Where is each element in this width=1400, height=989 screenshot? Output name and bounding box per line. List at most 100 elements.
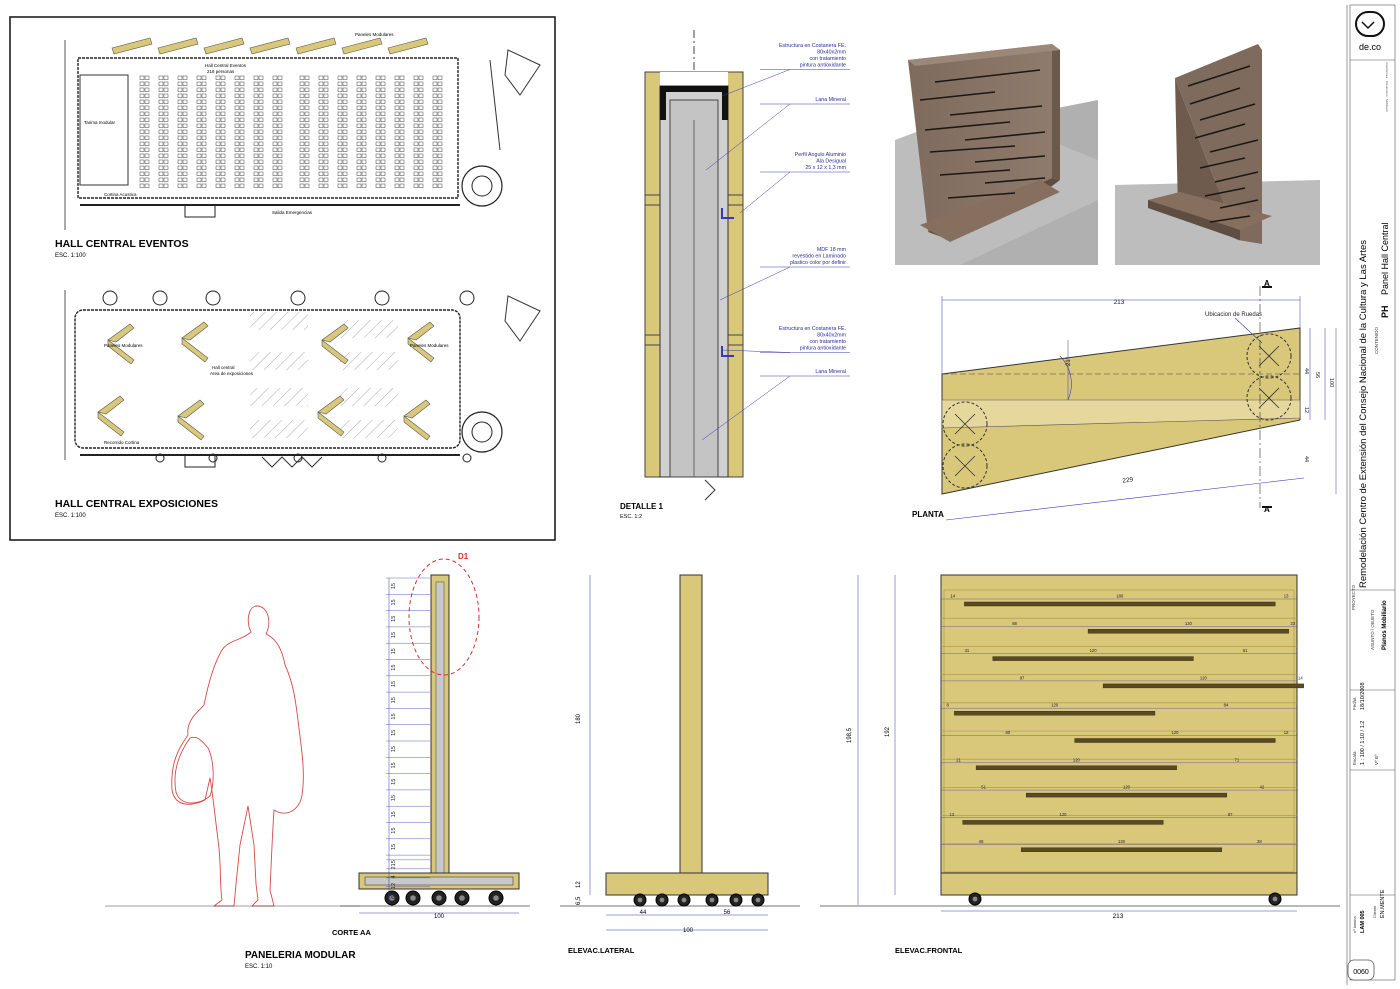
detalle-note-line: Ala Desigual <box>816 159 846 165</box>
slot-dim-left: 21 <box>956 757 961 762</box>
escala-label: Escala <box>1352 751 1357 765</box>
lateral-base-dim: 12 <box>576 881 582 888</box>
wheel-hub <box>436 895 442 901</box>
plan-eventos-title: HALL CENTRAL EVENTOS <box>55 238 189 250</box>
wheel-hub <box>493 895 499 901</box>
wheel-hub <box>637 897 643 903</box>
detalle-note-line: Lana Mineral <box>815 369 846 375</box>
detalle-note-line: MDF 18 mm <box>817 247 847 253</box>
escala-text: 1 : 100 / 1:10 / 1:2 <box>1360 721 1366 765</box>
detalle-note-line: Estructura en Costanera FE. <box>779 43 846 49</box>
wheel-hub <box>733 897 739 903</box>
plan-exposiciones-scale: ESC. 1:100 <box>55 513 86 519</box>
label-cortina-acustica: Cortina Acustica <box>104 192 137 197</box>
front-slot <box>962 820 1164 825</box>
exhibition-table <box>250 420 308 438</box>
corte-dim-value: 15 <box>391 779 397 785</box>
corte-dim-value: 15 <box>391 648 397 654</box>
proyecto-text: Remodelación Centro de Extensión del Con… <box>1358 240 1369 588</box>
lateral-height-dim: 180 <box>576 713 582 724</box>
planta-dim-top: 213 <box>1114 299 1125 306</box>
detalle-1-drawing <box>644 30 744 501</box>
front-slot <box>1026 792 1228 798</box>
corte-dim-value: 15 <box>391 762 397 768</box>
front-slot <box>954 711 1156 716</box>
column <box>374 290 390 306</box>
slot-dim-left: 14 <box>950 594 955 599</box>
front-slot <box>1087 629 1289 634</box>
slot-dim-width: 186 <box>1116 594 1124 599</box>
planta-title: PLANTA <box>912 510 944 519</box>
front-slot <box>1021 847 1222 852</box>
front-slot <box>964 601 1276 607</box>
corte-dim-value: 15 <box>391 730 397 736</box>
slot-dim-right: 28 <box>1257 839 1262 844</box>
frontal-h1-dim: 198,5 <box>847 727 853 743</box>
corte-aa-drawing: 1515151515151515151515151515151515152412… <box>105 558 530 914</box>
label-216-personas: 216 personas <box>207 69 235 74</box>
corte-dim-value: 15 <box>391 616 397 622</box>
detalle-note-line: Estructura en Costanera FE. <box>779 326 846 332</box>
exhibition-table <box>340 320 398 338</box>
exhibition-table <box>250 312 308 330</box>
wheel-hub <box>755 897 761 903</box>
planta-ruedas-label: Ubicacion de Ruedas <box>1205 312 1262 318</box>
slot-dim-left: 80 <box>1006 730 1011 735</box>
logo-mark <box>1355 11 1385 37</box>
front-slot <box>992 656 1194 661</box>
render-panel-side <box>1115 44 1320 265</box>
slot-dim-left: 97 <box>1020 675 1025 680</box>
slot-dim-right: 14 <box>1298 675 1303 680</box>
title-block <box>1346 4 1396 985</box>
column <box>152 290 168 306</box>
corte-dim-value: 15 <box>391 599 397 605</box>
detalle-note-line: con tratamiento <box>809 56 846 62</box>
corte-dim-value: 6,5 <box>391 891 397 899</box>
corte-dim-value: 15 <box>391 583 397 589</box>
wheel-hub <box>1272 896 1278 902</box>
logo-subtext: Arquitectura · Interiorismo · Mobiliario <box>1385 62 1389 112</box>
wheel-hub <box>681 897 687 903</box>
frontal-title: ELEVAC.FRONTAL <box>895 946 963 955</box>
label-paneles-right: Paneles Modulares <box>410 343 449 348</box>
detalle-note-line: 25 x 12 x 1,3 mm <box>805 165 846 171</box>
slot-dim-width: 120 <box>1060 812 1068 817</box>
note-leader <box>739 171 791 214</box>
corte-dim-value: 15 <box>391 713 397 719</box>
front-slot <box>975 765 1177 770</box>
label-recorrido-cortina: Recorrido Cortina <box>104 440 140 445</box>
exhibition-table <box>250 388 308 406</box>
contenido-label: CONTENIDO <box>1374 327 1379 354</box>
slot-dim-right: 12 <box>1284 730 1289 735</box>
label-hall-central: Hall central <box>212 365 235 370</box>
wheel-hub <box>709 897 715 903</box>
lateral-total-dim: 100 <box>683 928 694 934</box>
paneleria-scale: ESC. 1:10 <box>245 964 273 970</box>
slot-dim-left: 51 <box>981 785 986 790</box>
label-paneles-modulares: Paneles Modulares <box>355 32 394 37</box>
detalle-note-line: pintura antioxidante <box>800 63 846 69</box>
planta-dim-bottom: 229 <box>1122 476 1134 484</box>
wheel-hub <box>972 896 978 902</box>
slot-dim-width: 120 <box>1051 703 1059 708</box>
planta-dim-angle: 21° <box>1066 356 1072 366</box>
corte-dim-value: 15 <box>391 681 397 687</box>
corte-dim-value: 15 <box>391 860 397 866</box>
render-panel-front <box>895 25 1098 265</box>
column <box>459 290 475 306</box>
corte-dim-value: 4 <box>391 875 397 878</box>
plan-exposiciones-title: HALL CENTRAL EXPOSICIONES <box>55 498 218 510</box>
vb-label: Vº Bº <box>1374 754 1379 765</box>
wheel-hub <box>410 895 416 901</box>
column <box>290 290 306 306</box>
slot-dim-width: 120 <box>1200 675 1208 680</box>
corte-dim-value: 2 <box>391 866 397 869</box>
corte-title: CORTE AA <box>332 928 371 937</box>
fecha-label: Fecha <box>1352 697 1357 710</box>
label-area-exposiciones: Area de exposiciones <box>210 371 254 376</box>
cliente-text: EN.MENTE <box>1380 889 1386 918</box>
exhibition-table <box>340 352 398 370</box>
slot-dim-width: 120 <box>1171 730 1179 735</box>
detalle-note-line: 80x40x2mm <box>817 333 846 339</box>
lateral-right-dim: 56 <box>724 910 731 916</box>
